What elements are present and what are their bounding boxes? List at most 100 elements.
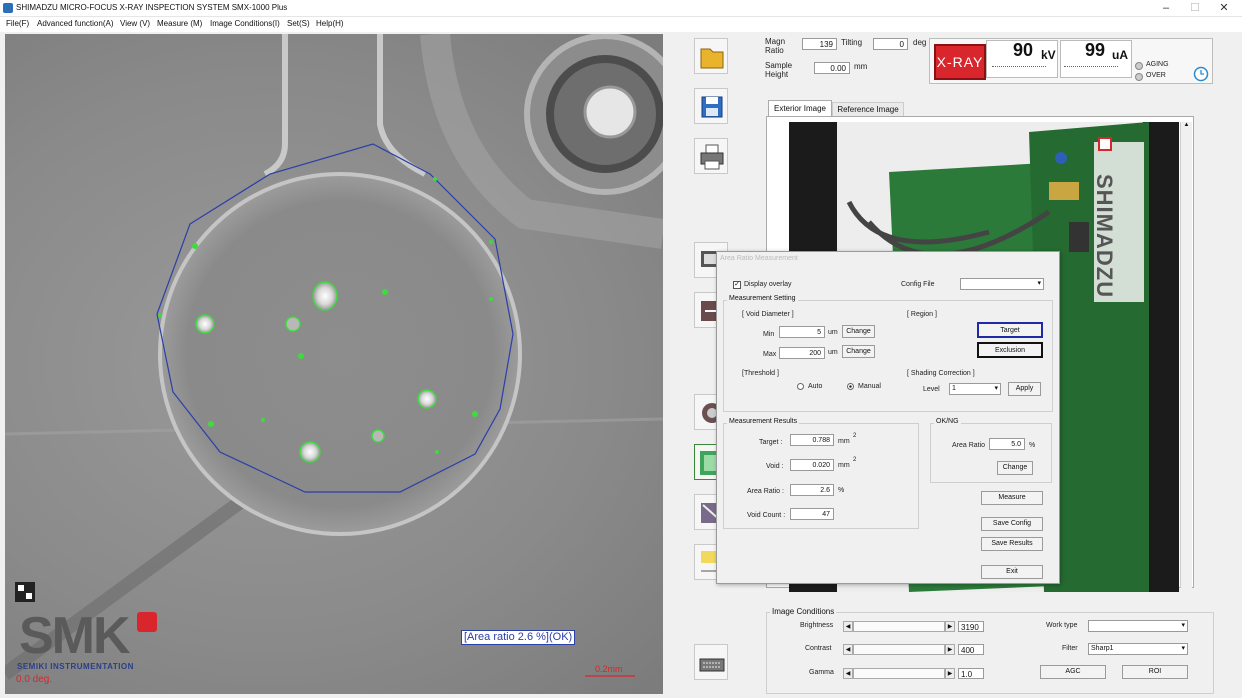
- brightness-value[interactable]: 3190: [958, 621, 984, 632]
- manual-radio[interactable]: [847, 383, 854, 390]
- filter-select[interactable]: Sharp1: [1088, 643, 1188, 655]
- tilting-label: Tilting: [841, 38, 863, 47]
- level-label: Level: [923, 386, 940, 393]
- apply-button[interactable]: Apply: [1008, 382, 1041, 396]
- roi-button[interactable]: ROI: [1122, 665, 1188, 679]
- save-results-button[interactable]: Save Results: [981, 537, 1043, 551]
- brightness-slider[interactable]: [853, 621, 945, 632]
- smk-logo-subtitle: SEMIKI INSTRUMENTATION: [17, 662, 134, 671]
- menu-file[interactable]: File(F): [6, 19, 29, 28]
- void-marker: [382, 289, 388, 295]
- sample-height-unit: mm: [854, 62, 868, 71]
- brightness-decrease[interactable]: ◀: [843, 621, 853, 632]
- smk-logo-mark: [137, 612, 157, 632]
- target-button[interactable]: Target: [977, 322, 1043, 338]
- void-marker: [208, 421, 214, 427]
- level-select[interactable]: 1: [949, 383, 1001, 395]
- exclusion-button[interactable]: Exclusion: [977, 342, 1043, 358]
- void-marker: [298, 353, 304, 359]
- close-icon[interactable]: ✕: [1210, 0, 1238, 17]
- okng-area-ratio-input[interactable]: 5.0: [989, 438, 1025, 450]
- contrast-increase[interactable]: ▶: [945, 644, 955, 655]
- exit-button[interactable]: Exit: [981, 565, 1043, 579]
- tilting-unit: deg: [913, 38, 927, 47]
- target-result-unit: mm: [838, 438, 850, 445]
- gamma-decrease[interactable]: ◀: [843, 668, 853, 679]
- camera-brand-text: SHIMADZU: [1092, 174, 1117, 299]
- scroll-up-icon[interactable]: ▲: [1181, 122, 1192, 128]
- contrast-value[interactable]: 400: [958, 644, 984, 655]
- max-input[interactable]: 200: [779, 347, 825, 359]
- print-button[interactable]: [694, 138, 728, 174]
- gamma-slider[interactable]: [853, 668, 945, 679]
- sample-height-label: Sample Height: [765, 61, 793, 79]
- ua-value: 99: [1085, 40, 1106, 60]
- aging-indicator: [1135, 62, 1143, 70]
- void-count-value: 47: [790, 508, 834, 520]
- measure-button[interactable]: Measure: [981, 491, 1043, 505]
- void-result-value: 0.020: [790, 459, 834, 471]
- target-result-label: Target :: [759, 439, 783, 446]
- min-change-button[interactable]: Change: [842, 325, 875, 338]
- dialog-title: Area Ratio Measurement: [720, 255, 798, 262]
- okng-change-button[interactable]: Change: [997, 461, 1033, 475]
- keyboard-button[interactable]: [694, 644, 728, 680]
- okng-title: OK/NG: [934, 418, 961, 425]
- ua-unit: uA: [1112, 48, 1128, 62]
- config-file-select[interactable]: [960, 278, 1044, 290]
- area-ratio-result-label: Area Ratio :: [747, 488, 784, 495]
- menu-set[interactable]: Set(S): [287, 19, 310, 28]
- min-input[interactable]: 5: [779, 326, 825, 338]
- auto-label: Auto: [808, 383, 823, 390]
- open-folder-button[interactable]: [694, 38, 728, 74]
- okng-area-ratio-label: Area Ratio: [952, 442, 986, 449]
- xray-button[interactable]: X-RAY: [934, 44, 986, 80]
- auto-radio[interactable]: [797, 383, 804, 390]
- menu-advanced-function[interactable]: Advanced function(A): [37, 19, 114, 28]
- target-unit-superscript: 2: [853, 433, 857, 439]
- menu-bar: File(F) Advanced function(A) View (V) Me…: [0, 17, 1242, 32]
- measurement-results-title: Measurement Results: [727, 418, 800, 425]
- menu-measure[interactable]: Measure (M): [157, 19, 202, 28]
- sample-height-value: 0.00: [814, 62, 850, 74]
- shading-correction-label: [ Shading Correction ]: [907, 370, 975, 377]
- scale-label: 0.2mm: [595, 664, 623, 674]
- work-type-label: Work type: [1046, 622, 1078, 629]
- brightness-increase[interactable]: ▶: [945, 621, 955, 632]
- maximize-icon[interactable]: ☐: [1181, 0, 1209, 17]
- display-overlay-checkbox[interactable]: ✓: [733, 281, 741, 289]
- void-marker: [433, 177, 437, 181]
- menu-image-conditions[interactable]: Image Conditions(I): [210, 19, 280, 28]
- menu-view[interactable]: View (V): [120, 19, 150, 28]
- void-marker: [489, 240, 493, 244]
- agc-button[interactable]: AGC: [1040, 665, 1106, 679]
- area-ratio-result-unit: %: [838, 487, 845, 494]
- contrast-slider[interactable]: [853, 644, 945, 655]
- clock-icon[interactable]: [1193, 66, 1209, 82]
- gamma-value[interactable]: 1.0: [958, 668, 984, 679]
- save-config-button[interactable]: Save Config: [981, 517, 1043, 531]
- menu-help[interactable]: Help(H): [316, 19, 344, 28]
- void-marker: [489, 297, 493, 301]
- work-type-select[interactable]: [1088, 620, 1188, 632]
- minimize-icon[interactable]: –: [1152, 0, 1180, 17]
- vertical-scrollbar[interactable]: ▲: [1180, 122, 1192, 588]
- smk-logo: SMK: [19, 607, 131, 665]
- save-button[interactable]: [694, 88, 728, 124]
- tab-exterior-image[interactable]: Exterior Image: [768, 100, 832, 116]
- kv-slider[interactable]: [992, 66, 1046, 69]
- magn-ratio-value: 139: [802, 38, 837, 50]
- area-ratio-result-value: 2.6: [790, 484, 834, 496]
- void-marker: [195, 314, 215, 334]
- magn-ratio-label: Magn Ratio: [765, 37, 786, 55]
- tab-reference-image[interactable]: Reference Image: [832, 102, 904, 116]
- gamma-increase[interactable]: ▶: [945, 668, 955, 679]
- contrast-decrease[interactable]: ◀: [843, 644, 853, 655]
- void-result-unit: mm: [838, 462, 850, 469]
- void-count-label: Void Count :: [747, 512, 786, 519]
- xray-image-view[interactable]: SMK SEMIKI INSTRUMENTATION 0.0 deg. [Are…: [5, 34, 663, 694]
- ua-slider[interactable]: [1064, 66, 1118, 69]
- void-marker: [472, 411, 478, 417]
- max-change-button[interactable]: Change: [842, 345, 875, 358]
- void-result-label: Void :: [766, 463, 784, 470]
